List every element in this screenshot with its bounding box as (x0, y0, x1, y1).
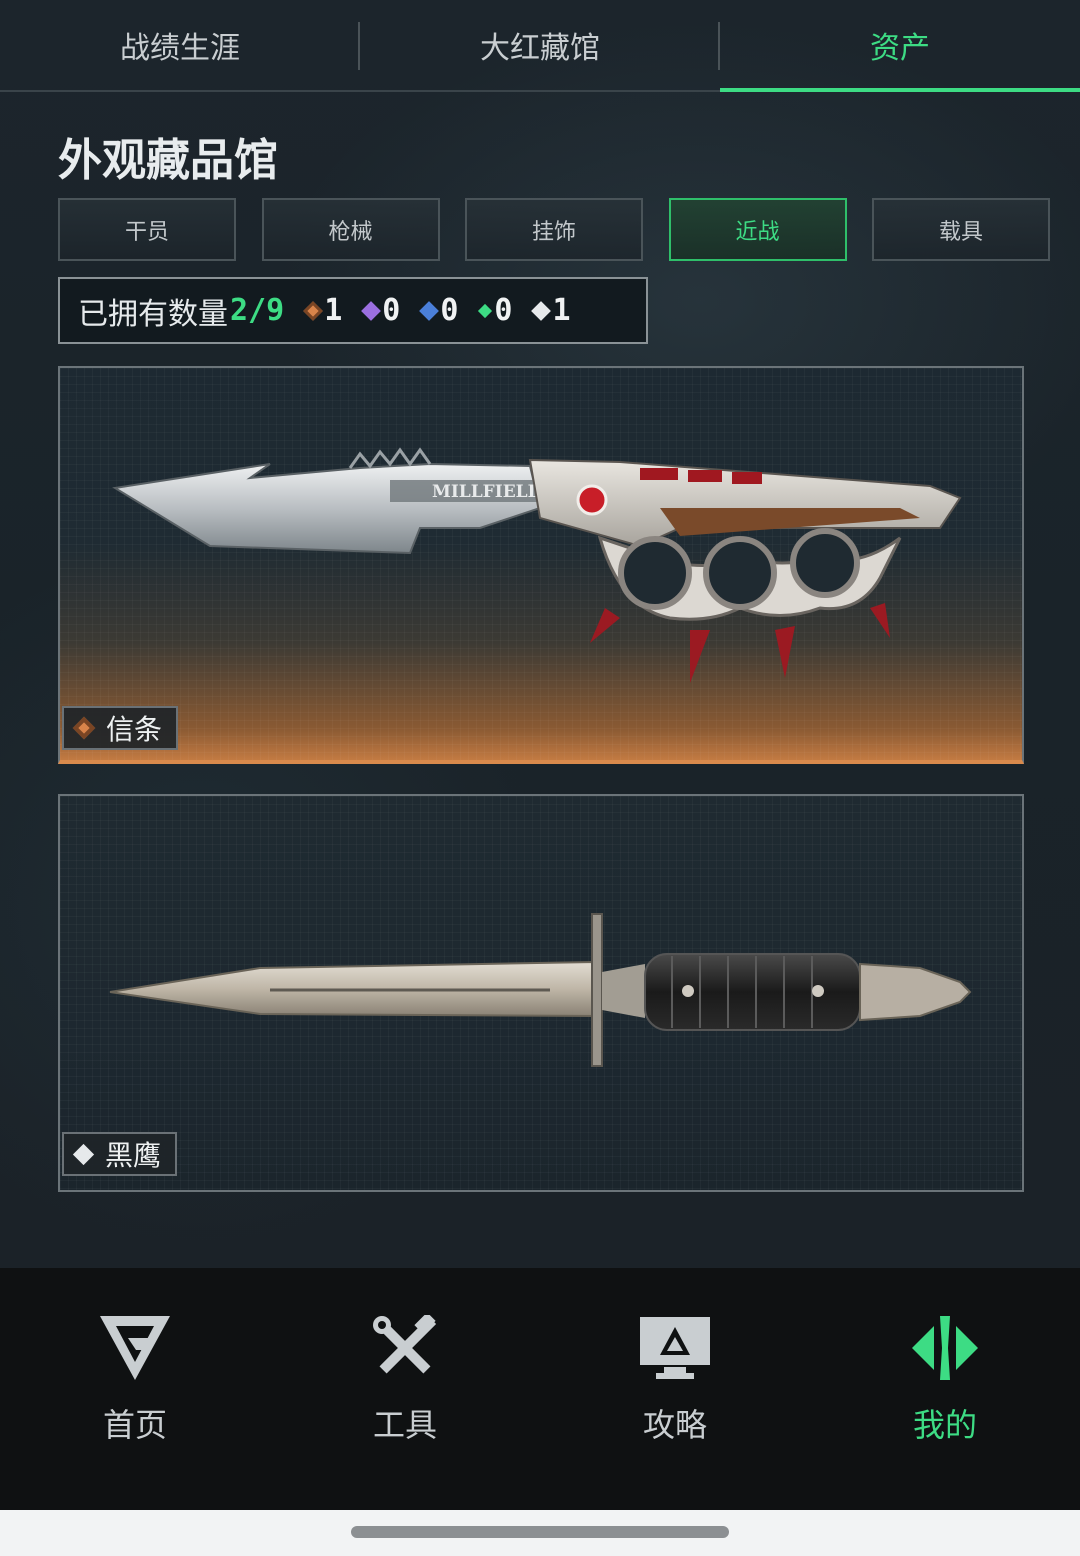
category-melee[interactable]: 近战 (668, 198, 847, 261)
page-title: 外观藏品馆 (58, 135, 278, 186)
category-operator[interactable]: 干员 (58, 198, 236, 261)
card-corner (994, 1162, 1022, 1190)
white-diamond-icon (531, 300, 552, 321)
item-name: 黑鹰 (105, 1139, 162, 1172)
green-diamond-icon (478, 303, 493, 318)
tab-label: 资产 (870, 31, 930, 66)
nav-label: 攻略 (642, 1406, 707, 1444)
rarity-count: 1 (324, 293, 343, 328)
nav-label: 我的 (912, 1406, 977, 1444)
orange-diamond-icon (303, 300, 324, 321)
nav-home[interactable]: 首页 (0, 1268, 270, 1510)
top-tab-bar: 战绩生涯 大红藏馆 资产 (0, 0, 1080, 92)
card-corner (60, 368, 88, 396)
item-name-tag: 黑鹰 (62, 1132, 178, 1176)
tools-icon (365, 1310, 445, 1386)
owned-label: 已拥有数量 (78, 296, 228, 332)
category-vehicles[interactable]: 载具 (872, 198, 1050, 261)
nav-label: 首页 (102, 1406, 167, 1444)
rarity-count: 0 (440, 293, 459, 328)
category-charms[interactable]: 挂饰 (465, 198, 643, 261)
blade-engraving: MILLFIELD (432, 482, 543, 502)
tab-assets[interactable]: 资产 (720, 0, 1080, 92)
melee-item-card[interactable]: 黑鹰 (58, 794, 1024, 1192)
tab-label: 战绩生涯 (120, 31, 240, 66)
item-name: 信条 (106, 713, 163, 746)
knuckle-knife-image: MILLFIELD (112, 447, 962, 683)
purple-diamond-icon (361, 300, 382, 321)
bottom-navigation: 首页 工具 攻略 我的 (0, 1268, 1080, 1510)
card-corner (994, 368, 1022, 396)
card-corner (60, 796, 88, 824)
card-corner (994, 796, 1022, 824)
orange-diamond-icon (72, 716, 96, 740)
tab-career-stats[interactable]: 战绩生涯 (0, 0, 360, 90)
rarity-count-white: 1 (531, 293, 571, 328)
nav-label: 工具 (372, 1406, 437, 1444)
nav-profile[interactable]: 我的 (810, 1268, 1080, 1510)
rarity-count: 0 (494, 293, 513, 328)
tab-red-collection[interactable]: 大红藏馆 (360, 0, 720, 90)
profile-logo-icon (905, 1310, 985, 1386)
nav-tools[interactable]: 工具 (270, 1268, 540, 1510)
home-indicator[interactable] (351, 1526, 729, 1538)
rarity-count: 0 (382, 293, 401, 328)
owned-value: 2/9 (230, 293, 285, 328)
white-diamond-icon (72, 1143, 95, 1165)
nav-guide[interactable]: 攻略 (540, 1268, 810, 1510)
rarity-count: 1 (552, 293, 571, 328)
melee-item-card[interactable]: MILLFIELD 信条 (58, 366, 1024, 764)
dagger-image (109, 913, 972, 1067)
rarity-count-blue: 0 (419, 293, 459, 328)
system-gesture-area (0, 1510, 1080, 1556)
rarity-count-purple: 0 (361, 293, 401, 328)
category-filter: 干员 枪械 挂饰 近战 载具 (58, 198, 1050, 261)
owned-count-bar: 已拥有数量 2/9 1 0 0 0 1 (58, 277, 648, 344)
guide-monitor-icon (635, 1310, 715, 1386)
item-name-tag: 信条 (62, 706, 179, 750)
home-logo-icon (95, 1310, 175, 1386)
blue-diamond-icon (419, 300, 440, 321)
rarity-count-green: 0 (478, 293, 513, 328)
rarity-count-orange: 1 (303, 293, 343, 328)
tab-label: 大红藏馆 (480, 31, 600, 66)
category-firearms[interactable]: 枪械 (261, 198, 440, 261)
